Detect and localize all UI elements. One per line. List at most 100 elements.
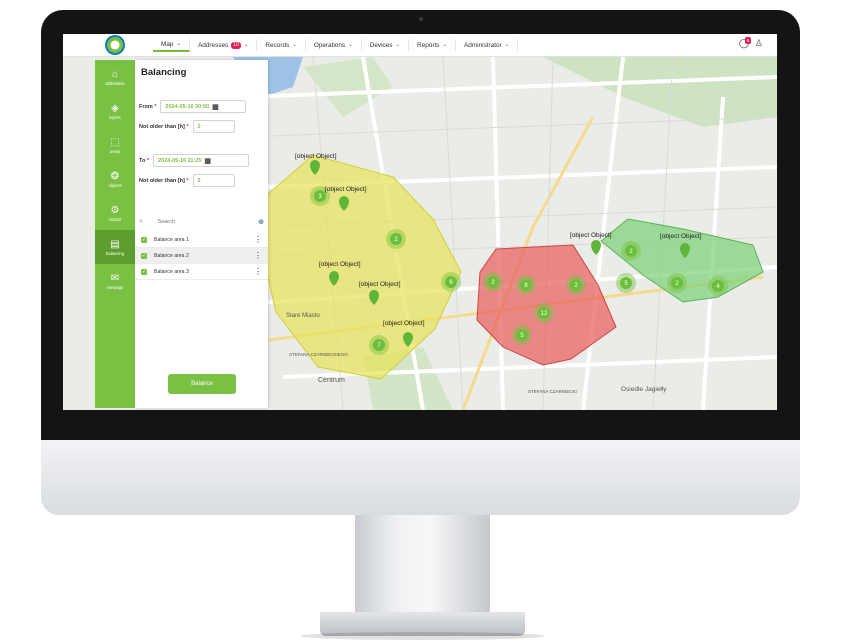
home-icon: ⌂: [111, 68, 119, 80]
addresses-badge: 10: [231, 41, 241, 49]
street-label: STEFANA CZARNIECKI: [528, 389, 577, 394]
to-value: 2024-05-16 11:25: [157, 157, 202, 164]
not-older-label-text: Not older than [h]: [139, 123, 185, 130]
not-older-to-input[interactable]: 2: [192, 174, 235, 187]
user-icon[interactable]: ♙: [755, 38, 763, 49]
chevron-down-icon: ⌄: [504, 42, 510, 48]
list-item[interactable]: ✓ Balance area 2 ⋮: [135, 248, 268, 264]
not-older-label: Not older than [h] *: [139, 177, 189, 184]
from-datetime-field[interactable]: 2024-05-16 00:00 ▦: [160, 100, 247, 113]
place-label: Osiedle Jagiełły: [621, 386, 667, 393]
sidebar-item-areas[interactable]: ⬚ areas: [95, 128, 135, 162]
menu-item-devices[interactable]: Devices ⌄: [362, 39, 410, 51]
main-menu: Map ⌄ Addresses 10 ⌄ Records ⌄ Operations ⌄ D…: [153, 38, 519, 52]
area-label: Balance area 1: [154, 236, 189, 243]
top-navigation-bar: Map ⌄ Addresses 10 ⌄ Records ⌄ Operations ⌄ D…: [63, 34, 777, 57]
menu-label: Administrator: [464, 41, 502, 49]
checkbox[interactable]: ✓: [141, 236, 147, 243]
area-label: Balance area 3: [154, 268, 189, 275]
pin-label: [object Object]: [295, 153, 337, 160]
notifications-icon[interactable]: ◯ 6: [739, 37, 752, 49]
menu-item-records[interactable]: Records ⌄: [257, 39, 306, 51]
not-older-from-value: 2: [197, 123, 201, 130]
chevron-down-icon: ⌄: [176, 41, 182, 47]
to-label: To *: [139, 157, 149, 164]
to-label-text: To: [139, 157, 146, 164]
from-value: 2024-05-16 00:00: [165, 103, 210, 110]
pin-label: [object Object]: [383, 320, 425, 327]
menu-item-operations[interactable]: Operations ⌄: [306, 39, 362, 51]
place-label: Stare Miasto: [286, 313, 320, 319]
not-older-from-row: Not older than [h] * 2: [139, 120, 235, 133]
from-label-text: From: [139, 103, 153, 110]
notifications-badge: 6: [744, 37, 752, 44]
chevron-down-icon: ⌄: [243, 42, 249, 48]
sidebar-item-objects[interactable]: ❂ objects: [95, 162, 135, 196]
to-row: To * 2024-05-16 11:25 ▦: [139, 154, 249, 167]
mail-icon: ✉: [110, 272, 120, 284]
area-label: Balance area 2: [154, 252, 189, 259]
sidebar-item-label: addresses: [105, 80, 125, 86]
app-logo[interactable]: [105, 35, 125, 55]
sidebar-item-layers[interactable]: ◈ layers: [95, 94, 135, 128]
chevron-down-icon: ⌄: [442, 42, 448, 48]
sidebar-item-label: balancing: [106, 250, 124, 256]
sidebar-item-label: message: [106, 284, 124, 290]
street-label: STEFANA CZARNIECKIEGO: [289, 352, 348, 357]
layers-icon: ◈: [111, 102, 119, 114]
sidebar-item-label: control: [108, 216, 122, 222]
menu-item-map[interactable]: Map ⌄: [153, 38, 191, 52]
sidebar-item-label: areas: [109, 148, 121, 154]
search-input[interactable]: [155, 218, 250, 226]
sidebar-item-balancing[interactable]: ▤ balancing: [95, 230, 135, 264]
monitor-stand: [355, 515, 490, 615]
pin-label: [object Object]: [325, 186, 367, 193]
list-item[interactable]: ✓ Balance area 3 ⋮: [135, 264, 268, 280]
camera-icon: [419, 17, 423, 21]
stand-shadow: [300, 632, 545, 640]
menu-label: Operations: [313, 41, 346, 49]
menu-label: Map: [161, 40, 174, 48]
objects-icon: ❂: [110, 170, 120, 182]
menu-label: Devices: [369, 41, 393, 49]
place-label: Centrum: [318, 377, 345, 384]
menu-item-reports[interactable]: Reports ⌄: [409, 39, 457, 51]
more-vertical-icon[interactable]: ⋮: [254, 235, 262, 244]
balance-button[interactable]: Balance: [168, 374, 236, 394]
checkbox[interactable]: ✓: [141, 252, 147, 259]
not-older-to-row: Not older than [h] * 2: [139, 174, 235, 187]
topbar-actions: ◯ 6 ♙: [739, 37, 763, 49]
list-item[interactable]: ✓ Balance area 1 ⋮: [135, 232, 268, 248]
not-older-label-text: Not older than [h]: [139, 177, 185, 184]
more-vertical-icon[interactable]: ⋮: [254, 267, 262, 276]
calendar-icon[interactable]: ▦: [212, 103, 219, 111]
cluster-label: 12: [541, 311, 548, 317]
area-search: ⌕ ⊕: [139, 218, 264, 226]
menu-label: Addresses: [198, 41, 229, 49]
checkbox[interactable]: ✓: [141, 268, 147, 275]
panel-title: Balancing: [141, 67, 187, 78]
from-label: From *: [139, 103, 157, 110]
chevron-down-icon: ⌄: [292, 42, 297, 48]
chevron-down-icon: ⌄: [395, 42, 401, 48]
not-older-from-input[interactable]: 2: [192, 120, 235, 133]
menu-label: Reports: [417, 41, 440, 49]
sidebar-item-label: layers: [109, 114, 121, 120]
sidebar-item-label: objects: [108, 182, 122, 188]
add-circle-icon[interactable]: ⊕: [258, 218, 264, 226]
pin-label: [object Object]: [570, 232, 612, 239]
sidebar-item-control[interactable]: ⚙ control: [95, 196, 135, 230]
gear-icon: ⚙: [110, 204, 120, 216]
menu-item-addresses[interactable]: Addresses 10 ⌄: [190, 39, 258, 51]
menu-item-administrator[interactable]: Administrator ⌄: [456, 39, 519, 51]
from-row: From * 2024-05-16 00:00 ▦: [139, 100, 247, 113]
calendar-icon[interactable]: ▦: [204, 157, 211, 165]
to-datetime-field[interactable]: 2024-05-16 11:25 ▦: [152, 154, 249, 167]
sidebar-item-message[interactable]: ✉ message: [95, 264, 135, 298]
pin-label: [object Object]: [359, 281, 401, 288]
monitor-chin: [41, 440, 800, 515]
more-vertical-icon[interactable]: ⋮: [254, 251, 262, 260]
sidebar-item-addresses[interactable]: ⌂ addresses: [95, 60, 135, 94]
pin-label: [object Object]: [660, 233, 702, 240]
area-icon: ⬚: [110, 136, 120, 148]
